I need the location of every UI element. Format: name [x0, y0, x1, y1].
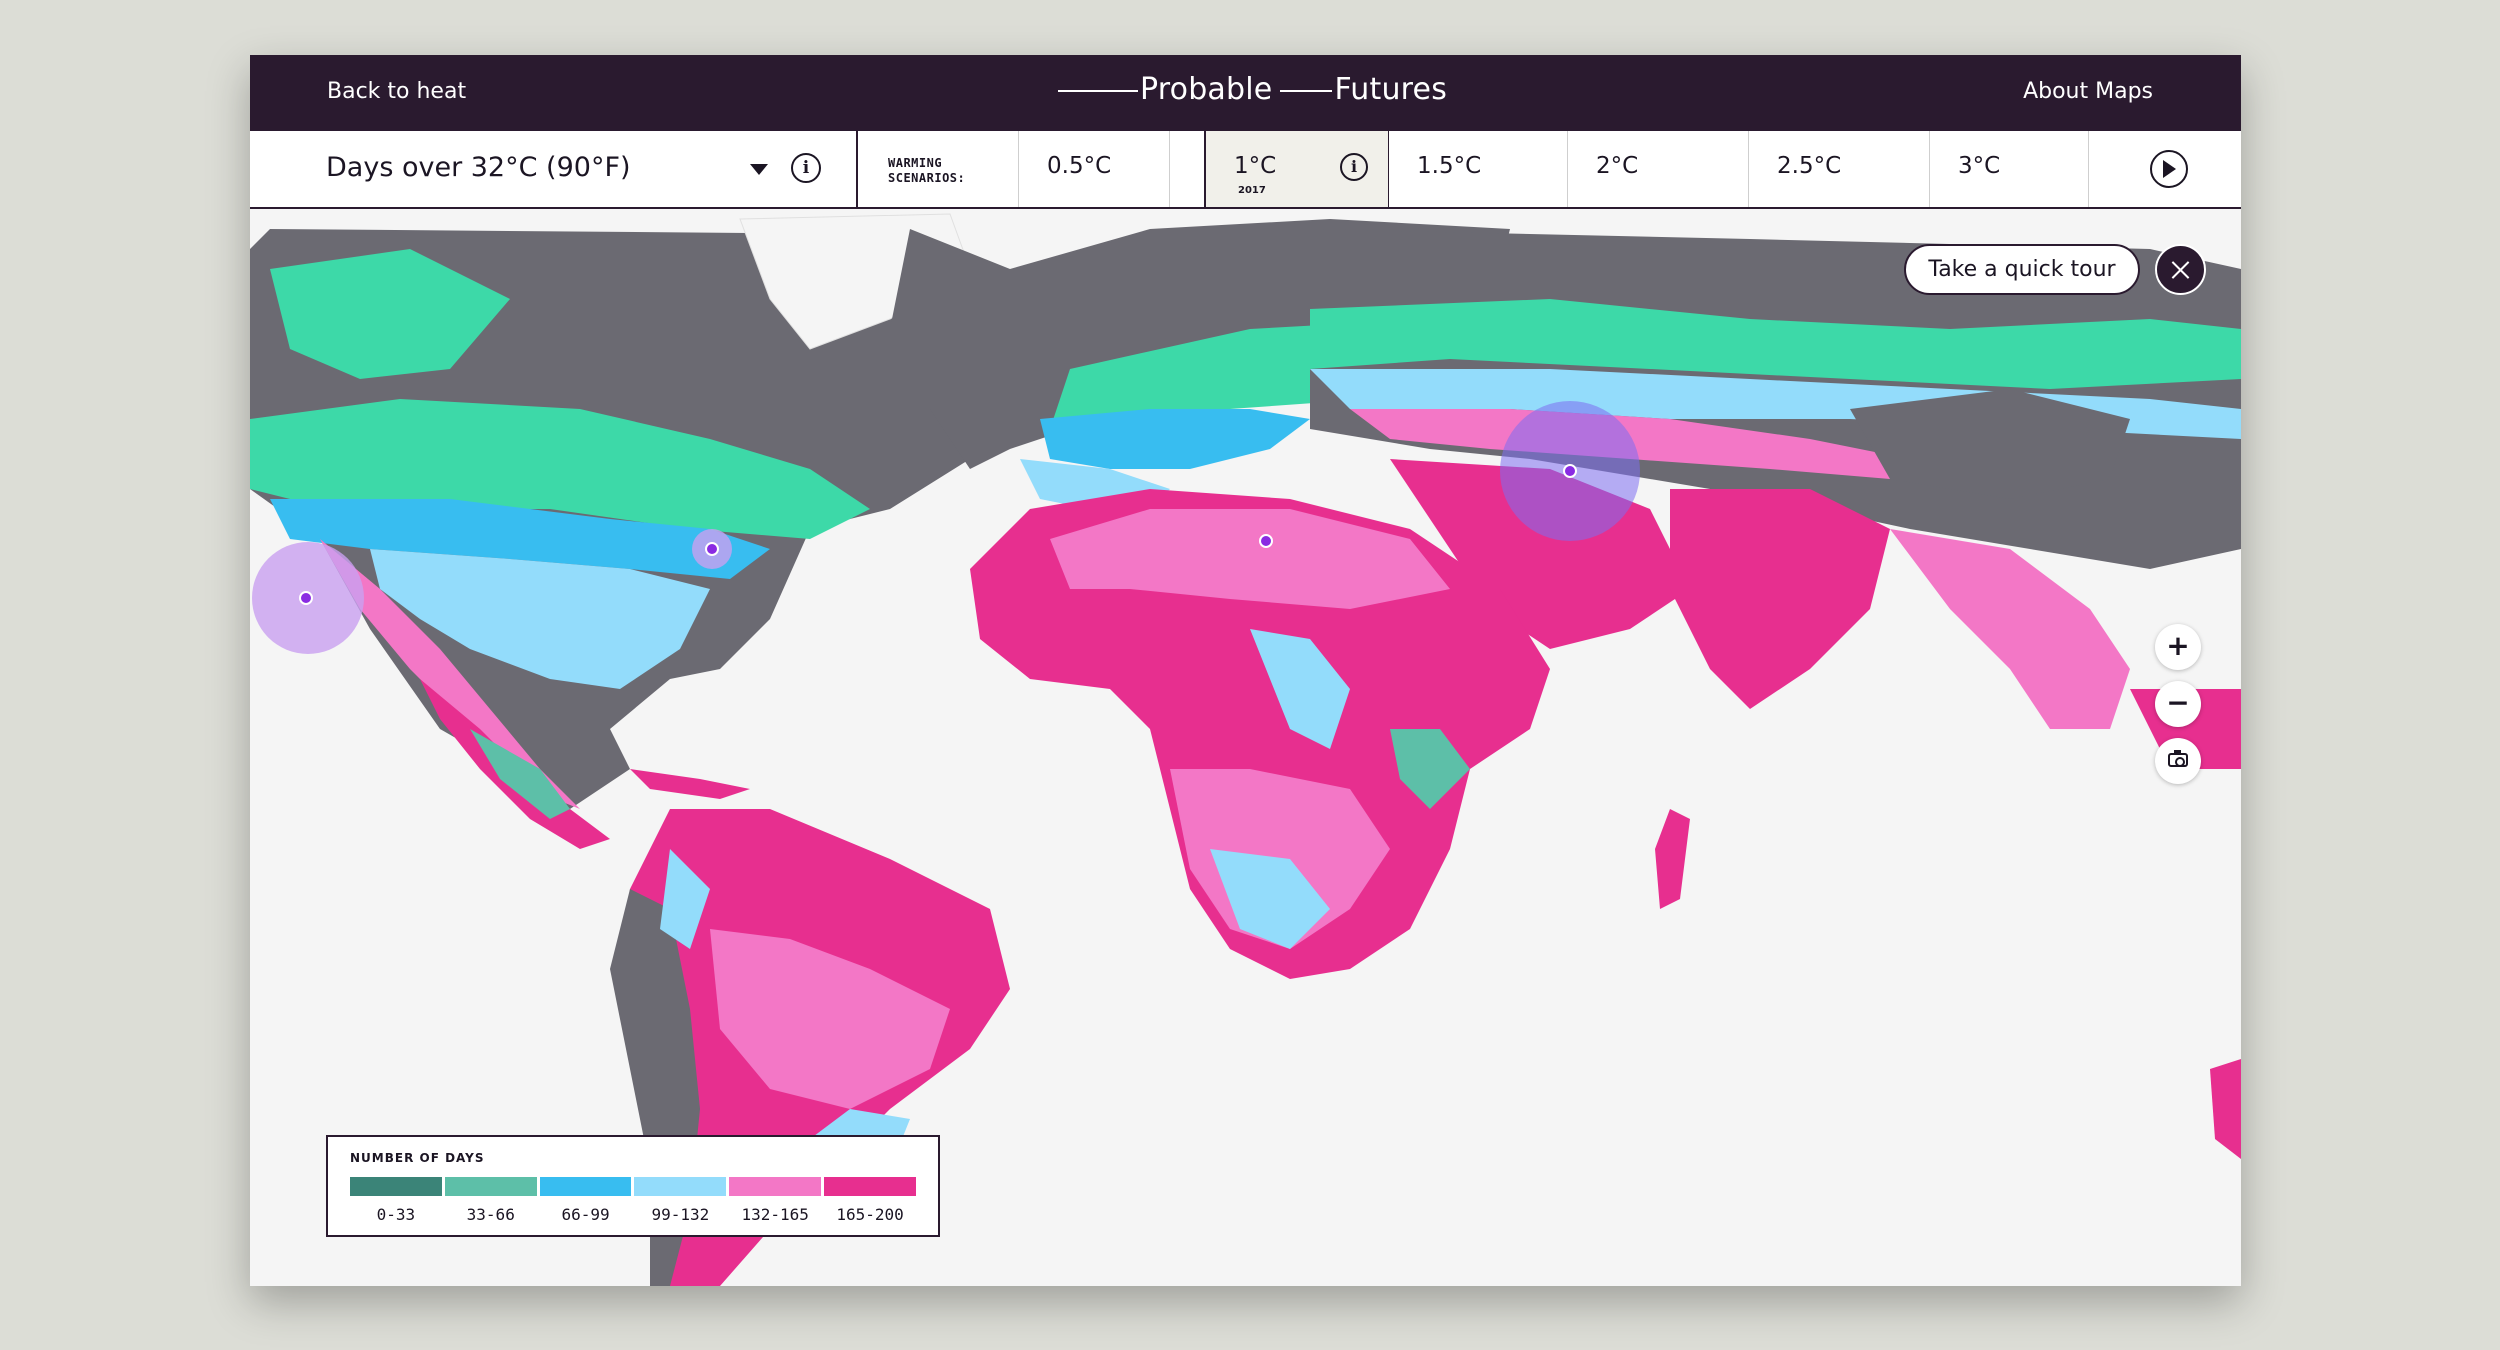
legend-scale: 0-33 33-66 66-99 99-132 132-165 165-200: [350, 1177, 916, 1224]
logo-line: [1280, 89, 1333, 92]
location-marker: [705, 542, 719, 556]
top-navigation-bar: Back to heat Probable Futures About Maps: [250, 55, 2241, 131]
metric-label: Days over 32°C (90°F): [326, 152, 631, 183]
legend-label: 33-66: [466, 1205, 515, 1224]
chevron-down-icon: [750, 164, 768, 175]
zoom-out-button[interactable]: −: [2155, 681, 2201, 727]
legend-label: 66-99: [561, 1205, 610, 1224]
legend-item: 66-99: [539, 1177, 632, 1224]
close-icon[interactable]: [2155, 244, 2206, 295]
metric-dropdown[interactable]: Days over 32°C (90°F) i: [250, 131, 858, 207]
location-marker: [1563, 464, 1577, 478]
location-marker: [299, 591, 313, 605]
app-window: Back to heat Probable Futures About Maps …: [250, 55, 2241, 1286]
brand-word-futures: Futures: [1334, 72, 1448, 107]
camera-icon: [2168, 750, 2188, 767]
legend-item: 99-132: [634, 1177, 727, 1224]
about-maps-link[interactable]: About Maps: [2023, 79, 2153, 104]
legend-label: 165-200: [836, 1205, 904, 1224]
scenario-tab-3[interactable]: 3°C: [1930, 131, 2089, 207]
scenario-tab-0-5[interactable]: 0.5°C: [1019, 131, 1170, 207]
map-controls-bar: Days over 32°C (90°F) i WARMING SCENARIO…: [250, 131, 2241, 209]
legend-item: 132-165: [729, 1177, 822, 1224]
map-canvas[interactable]: [250, 209, 2241, 1286]
brand-word-probable: Probable: [1140, 72, 1273, 107]
legend-label: 132-165: [741, 1205, 809, 1224]
logo-line: [1058, 89, 1138, 92]
scenario-year: 2017: [1238, 185, 1266, 196]
legend-label: 99-132: [651, 1205, 710, 1224]
legend-swatch: [444, 1177, 537, 1196]
scenario-tab-2[interactable]: 2°C: [1568, 131, 1749, 207]
legend-swatch: [634, 1177, 727, 1196]
zoom-in-button[interactable]: +: [2155, 624, 2201, 670]
map-legend: NUMBER OF DAYS 0-33 33-66 66-99 99-132 132-1…: [326, 1135, 940, 1237]
back-to-heat-link[interactable]: Back to heat: [327, 79, 466, 104]
legend-swatch: [729, 1177, 822, 1196]
legend-item: 0-33: [350, 1177, 442, 1224]
play-animation-button[interactable]: [2089, 131, 2241, 207]
legend-swatch: [824, 1177, 916, 1196]
scenario-tab-1-selected[interactable]: 1°C 2017 i: [1204, 131, 1390, 207]
legend-swatch: [350, 1177, 442, 1196]
legend-item: 165-200: [824, 1177, 916, 1224]
warming-scenarios-label: WARMING SCENARIOS:: [856, 131, 1019, 207]
scenario-tab-1-5[interactable]: 1.5°C: [1389, 131, 1568, 207]
brand-logo[interactable]: Probable Futures: [1058, 72, 1447, 107]
legend-swatch: [539, 1177, 632, 1196]
take-quick-tour-button[interactable]: Take a quick tour: [1904, 244, 2140, 295]
legend-label: 0-33: [376, 1205, 416, 1224]
legend-item: 33-66: [444, 1177, 537, 1224]
info-icon[interactable]: i: [791, 153, 821, 183]
scenario-tab-2-5[interactable]: 2.5°C: [1749, 131, 1930, 207]
world-map[interactable]: [250, 209, 2241, 1286]
screenshot-button[interactable]: [2155, 738, 2201, 784]
info-icon[interactable]: i: [1340, 153, 1368, 181]
location-marker: [1259, 534, 1273, 548]
legend-title: NUMBER OF DAYS: [350, 1151, 485, 1165]
